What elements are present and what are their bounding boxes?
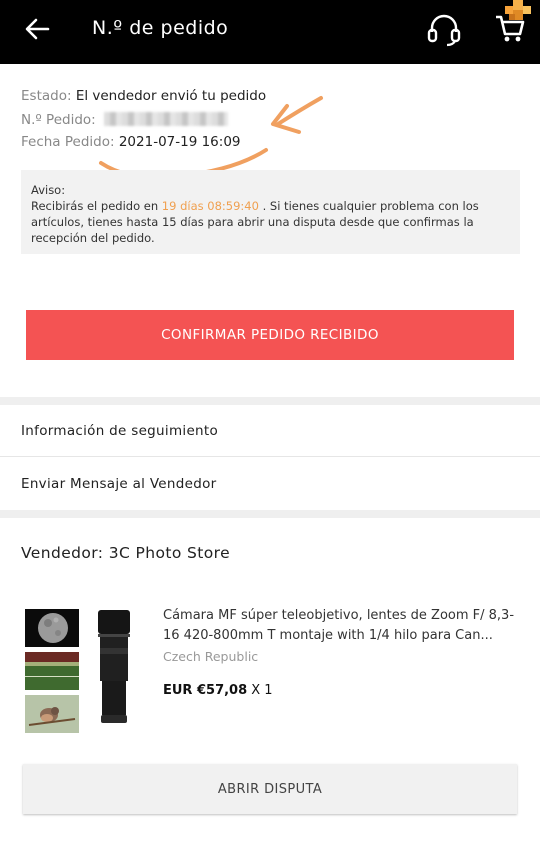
telephoto-lens-image[interactable] [86, 608, 146, 728]
status-label: Estado: [21, 88, 72, 104]
order-status-line: Estado: El vendedor envió tu pedido [21, 88, 266, 104]
notice-title: Aviso: [31, 183, 66, 197]
order-info-card: Estado: El vendedor envió tu pedido N.º … [0, 64, 540, 397]
seller-product-card: Vendedor: 3C Photo Store Cámara MF súper… [0, 518, 540, 844]
order-number-line: N.º Pedido: [21, 112, 229, 128]
product-price: EUR €57,08 X 1 [163, 683, 273, 698]
top-bar: N.º de pedido [0, 0, 540, 64]
page-title: N.º de pedido [92, 17, 229, 39]
cart-badge-icon [505, 0, 531, 20]
order-number-redacted [104, 112, 229, 126]
notice-box: Aviso: Recibirás el pedido en 19 días 08… [21, 170, 520, 254]
order-actions-card: Información de seguimiento Enviar Mensaj… [0, 405, 540, 510]
quantity-value: X 1 [247, 683, 273, 698]
bird-thumbnail [25, 695, 79, 733]
product-title[interactable]: Cámara MF súper teleobjetivo, lentes de … [163, 606, 523, 646]
order-date-value: 2021-07-19 16:09 [118, 134, 241, 150]
field-thumbnail [25, 652, 79, 690]
notice-text-start: Recibirás el pedido en [31, 199, 162, 213]
tracking-info-item[interactable]: Información de seguimiento [0, 405, 540, 457]
confirm-received-button[interactable]: CONFIRMAR PEDIDO RECIBIDO [26, 310, 514, 360]
product-thumbnails[interactable] [25, 609, 79, 738]
price-value: EUR €57,08 [163, 683, 248, 698]
seller-name: Vendedor: 3C Photo Store [21, 544, 231, 562]
delivery-countdown: 19 días 08:59:40 [161, 199, 259, 213]
order-date-label: Fecha Pedido: [21, 134, 115, 150]
order-number-label: N.º Pedido: [21, 112, 96, 128]
message-seller-item[interactable]: Enviar Mensaje al Vendedor [0, 458, 540, 510]
arrow-left-icon[interactable] [22, 14, 52, 44]
open-dispute-button[interactable]: ABRIR DISPUTA [23, 764, 517, 814]
moon-thumbnail [25, 609, 79, 647]
notice-text: Recibirás el pedido en 19 días 08:59:40 … [31, 198, 510, 246]
order-date-line: Fecha Pedido: 2021-07-19 16:09 [21, 134, 241, 150]
product-origin: Czech Republic [163, 649, 259, 664]
status-value: El vendedor envió tu pedido [75, 88, 267, 104]
headset-icon[interactable] [425, 10, 463, 48]
